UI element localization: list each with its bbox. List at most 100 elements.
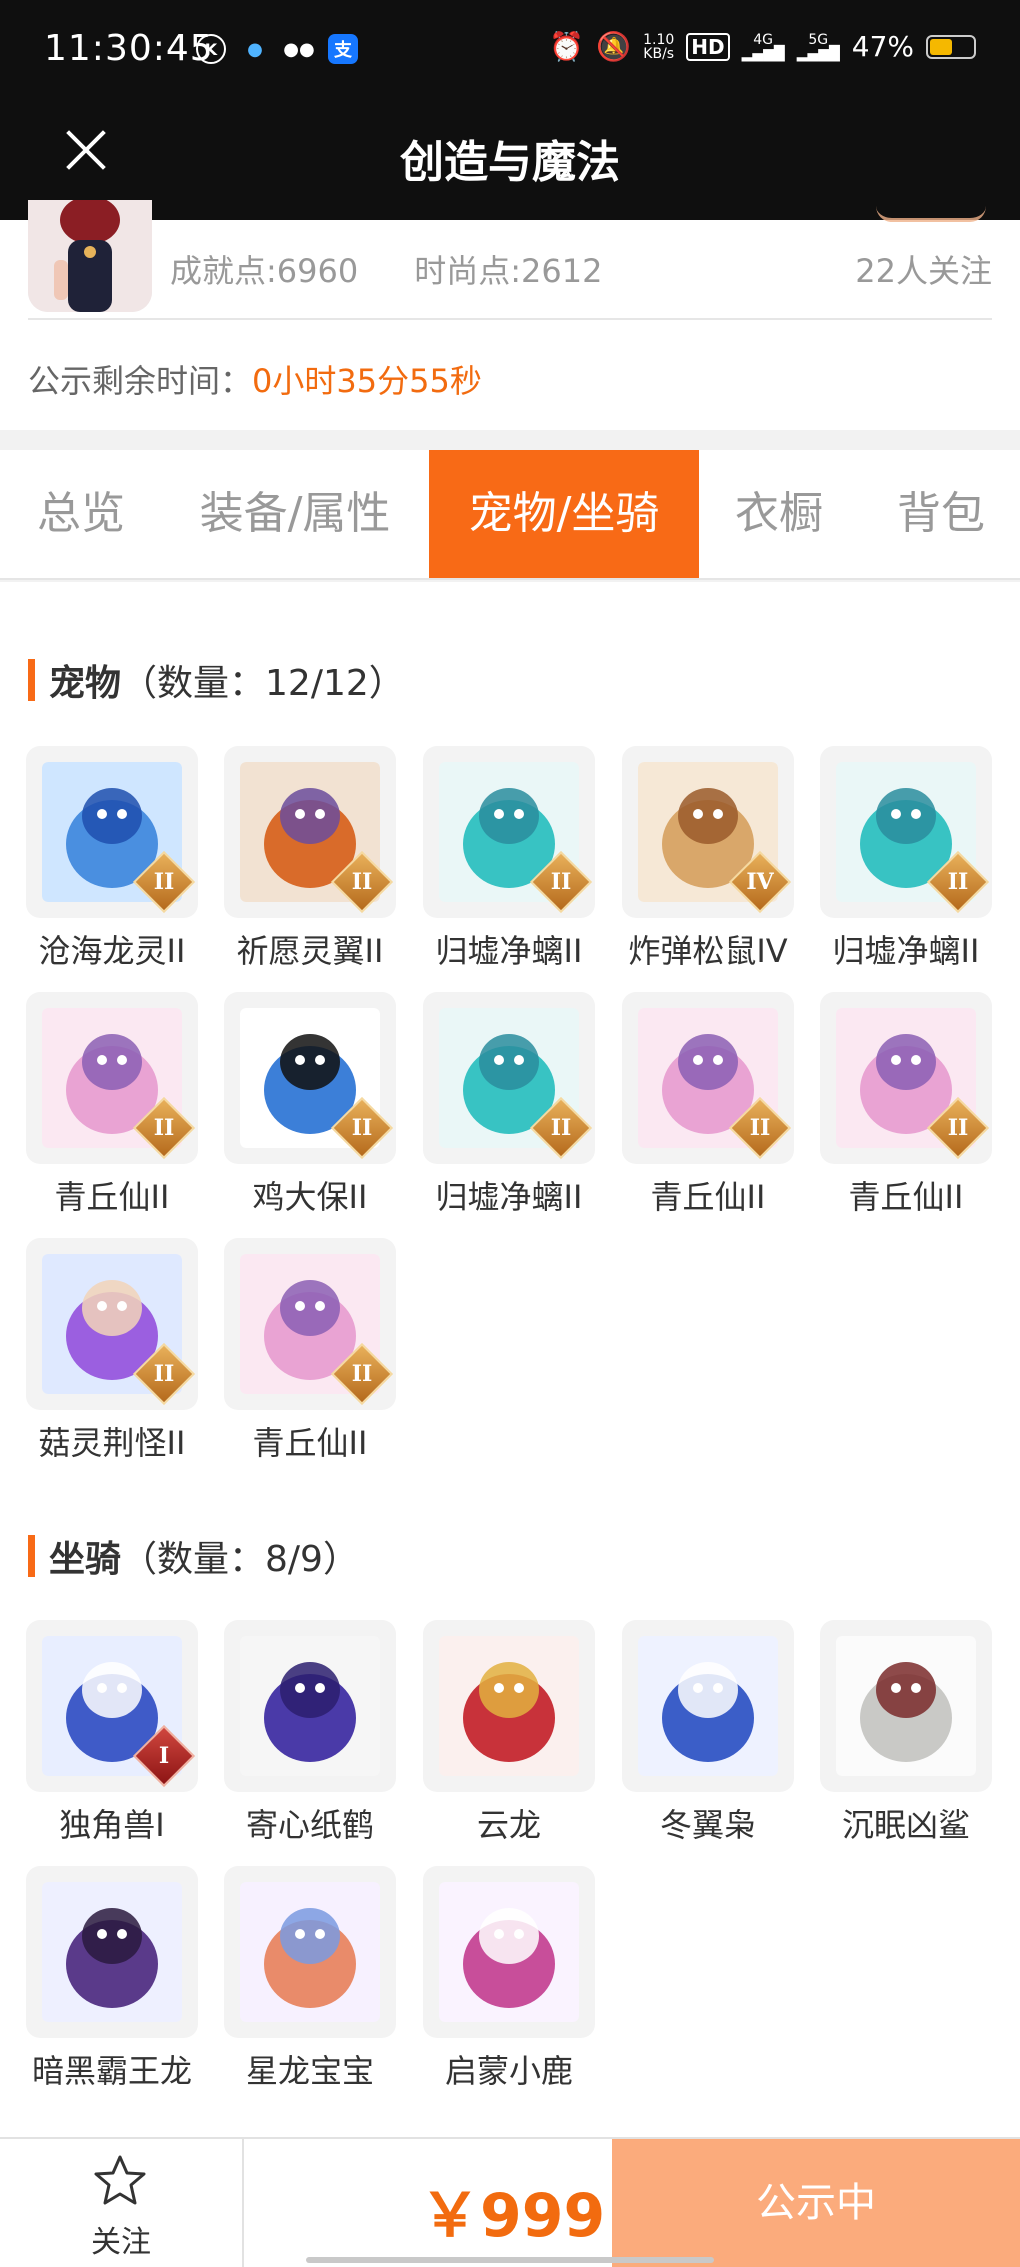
- mount-grid: I 独角兽I 寄心纸鹤 云龙 冬翼枭 沉眠凶鲨暗黑霸王龙 星龙宝宝 启蒙小鹿: [26, 1620, 996, 2100]
- pet-name: 炸弹松鼠IV: [628, 932, 788, 970]
- k-app-icon: K: [196, 34, 226, 64]
- fox-fairy-icon: II: [224, 1238, 396, 1410]
- mount-item[interactable]: 沉眠凶鲨: [820, 1620, 992, 1850]
- tab-backpack[interactable]: 背包: [874, 450, 1008, 578]
- tab-wardrobe[interactable]: 衣橱: [712, 450, 846, 578]
- bottom-bar: 关注 ￥999 公示中: [0, 2137, 1020, 2267]
- mount-name: 沉眠凶鲨: [841, 1806, 970, 1844]
- price-fragment: [876, 206, 986, 222]
- countdown-label: 公示剩余时间：: [28, 362, 253, 400]
- pet-item[interactable]: II 归墟净螭II: [423, 746, 595, 976]
- pet-item[interactable]: II 青丘仙II: [26, 992, 198, 1222]
- pet-item[interactable]: II 青丘仙II: [224, 1238, 396, 1468]
- pet-name: 归墟净螭II: [832, 932, 980, 970]
- countdown-value: 0小时35分55秒: [252, 362, 482, 400]
- pet-item[interactable]: II 祈愿灵翼II: [224, 746, 396, 976]
- mount-name: 冬翼枭: [659, 1806, 756, 1844]
- fox-fairy-icon: II: [26, 992, 198, 1164]
- mount-item[interactable]: 冬翼枭: [622, 1620, 794, 1850]
- pet-item[interactable]: II 青丘仙II: [820, 992, 992, 1222]
- mount-name: 独角兽I: [59, 1806, 165, 1844]
- mount-name: 启蒙小鹿: [444, 2052, 573, 2090]
- pet-item[interactable]: II 归墟净螭II: [820, 746, 992, 976]
- mushroom-sprite-icon: II: [26, 1238, 198, 1410]
- battery-percent: 47%: [851, 30, 914, 63]
- mount-item[interactable]: I 独角兽I: [26, 1620, 198, 1850]
- pet-item[interactable]: II 沧海龙灵II: [26, 746, 198, 976]
- mount-name: 暗黑霸王龙: [31, 2052, 192, 2090]
- pet-name: 鸡大保II: [252, 1178, 368, 1216]
- tab-bar: 总览 装备/属性 宠物/坐骑 衣橱 背包: [0, 450, 1020, 580]
- follow-button[interactable]: 关注: [0, 2139, 244, 2267]
- teal-dragon-icon: II: [820, 746, 992, 918]
- pet-item[interactable]: II 青丘仙II: [622, 992, 794, 1222]
- griffin-icon: II: [224, 746, 396, 918]
- mount-item[interactable]: 寄心纸鹤: [224, 1620, 396, 1850]
- pet-item[interactable]: II 鸡大保II: [224, 992, 396, 1222]
- cloud-dragon-icon: [423, 1620, 595, 1792]
- net-speed: 1.10 KB/s: [643, 31, 675, 62]
- mount-item[interactable]: 星龙宝宝: [224, 1866, 396, 2096]
- pet-name: 青丘仙II: [848, 1178, 964, 1216]
- seller-stats: 成就点:6960 时尚点:2612: [170, 246, 602, 292]
- tab-pets-mounts[interactable]: 宠物/坐骑: [429, 450, 699, 578]
- pets-mounts-panel: 宠物 （数量：12/12） II 沧海龙灵II II 祈愿灵翼II II 归墟净螭II IV 炸…: [0, 582, 1020, 2137]
- unicorn-icon: I: [26, 1620, 198, 1792]
- tab-equipment[interactable]: 装备/属性: [178, 450, 412, 578]
- little-deer-icon: [423, 1866, 595, 2038]
- qq-icon: ●: [247, 38, 263, 60]
- snow-owl-icon: [622, 1620, 794, 1792]
- mount-name: 云龙: [476, 1806, 541, 1844]
- mount-name: 寄心纸鹤: [245, 1806, 374, 1844]
- pet-name: 青丘仙II: [650, 1178, 766, 1216]
- pet-item[interactable]: II 归墟净螭II: [423, 992, 595, 1222]
- fox-fairy-icon: II: [622, 992, 794, 1164]
- announcement-countdown: 公示剩余时间：0小时35分55秒: [28, 356, 482, 402]
- blue-chicken-icon: II: [224, 992, 396, 1164]
- signal-4g: 4G ▂▄▆█: [741, 31, 785, 62]
- pet-name: 青丘仙II: [54, 1178, 170, 1216]
- status-bar: 11:30:45 K ● ●● 支 ⏰ 🔕 1.10 KB/s HD 4G ▂▄▆█…: [0, 0, 1020, 100]
- battery-icon: [926, 34, 976, 59]
- pet-name: 沧海龙灵II: [38, 932, 186, 970]
- dark-trex-icon: [26, 1866, 198, 2038]
- shark-icon: [820, 1620, 992, 1792]
- mount-item[interactable]: 云龙: [423, 1620, 595, 1850]
- alarm-icon: ⏰: [549, 30, 585, 63]
- pet-name: 归墟净螭II: [435, 932, 583, 970]
- teal-dragon-icon: II: [423, 746, 595, 918]
- star-dragon-baby-icon: [224, 1866, 396, 2038]
- pet-item[interactable]: II 菇灵荆怪II: [26, 1238, 198, 1468]
- follower-count: 22人关注: [855, 252, 992, 290]
- pet-name: 归墟净螭II: [435, 1178, 583, 1216]
- pets-heading: 宠物 （数量：12/12）: [28, 654, 405, 706]
- notification-icons: K ● ●● 支: [196, 34, 358, 64]
- wechat-icon: ●●: [283, 38, 315, 60]
- seller-card: 成就点:6960 时尚点:2612 22人关注 公示剩余时间：0小时35分55秒: [0, 200, 1020, 430]
- pet-item[interactable]: IV 炸弹松鼠IV: [622, 746, 794, 976]
- pet-name: 祈愿灵翼II: [236, 932, 384, 970]
- mount-name: 星龙宝宝: [245, 2052, 374, 2090]
- mount-item[interactable]: 暗黑霸王龙: [26, 1866, 198, 2096]
- home-indicator: [306, 2257, 714, 2263]
- clock: 11:30:45: [44, 28, 214, 69]
- pet-name: 菇灵荆怪II: [38, 1424, 186, 1462]
- public-status-button[interactable]: 公示中: [612, 2139, 1020, 2267]
- fashion-points: 时尚点:2612: [414, 252, 603, 290]
- fox-fairy-icon: II: [820, 992, 992, 1164]
- pet-grid: II 沧海龙灵II II 祈愿灵翼II II 归墟净螭II IV 炸弹松鼠IV II 归墟净螭II…: [26, 746, 996, 1462]
- achievement-points: 成就点:6960: [170, 252, 359, 290]
- blue-dragon-girl-icon: II: [26, 746, 198, 918]
- hd-icon: HD: [686, 32, 730, 61]
- paper-crane-icon: [224, 1620, 396, 1792]
- mount-item[interactable]: 启蒙小鹿: [423, 1866, 595, 2096]
- pet-name: 青丘仙II: [252, 1424, 368, 1462]
- tab-overview[interactable]: 总览: [0, 450, 162, 578]
- system-indicators: ⏰ 🔕 1.10 KB/s HD 4G ▂▄▆█ 5G ▂▄▆█ 47%: [549, 30, 976, 63]
- squirrel-icon: IV: [622, 746, 794, 918]
- star-icon: [94, 2155, 146, 2205]
- avatar[interactable]: [28, 200, 152, 312]
- mounts-heading: 坐骑 （数量：8/9）: [28, 1530, 359, 1582]
- mute-icon: 🔕: [596, 30, 632, 63]
- signal-5g: 5G ▂▄▆█: [796, 31, 840, 62]
